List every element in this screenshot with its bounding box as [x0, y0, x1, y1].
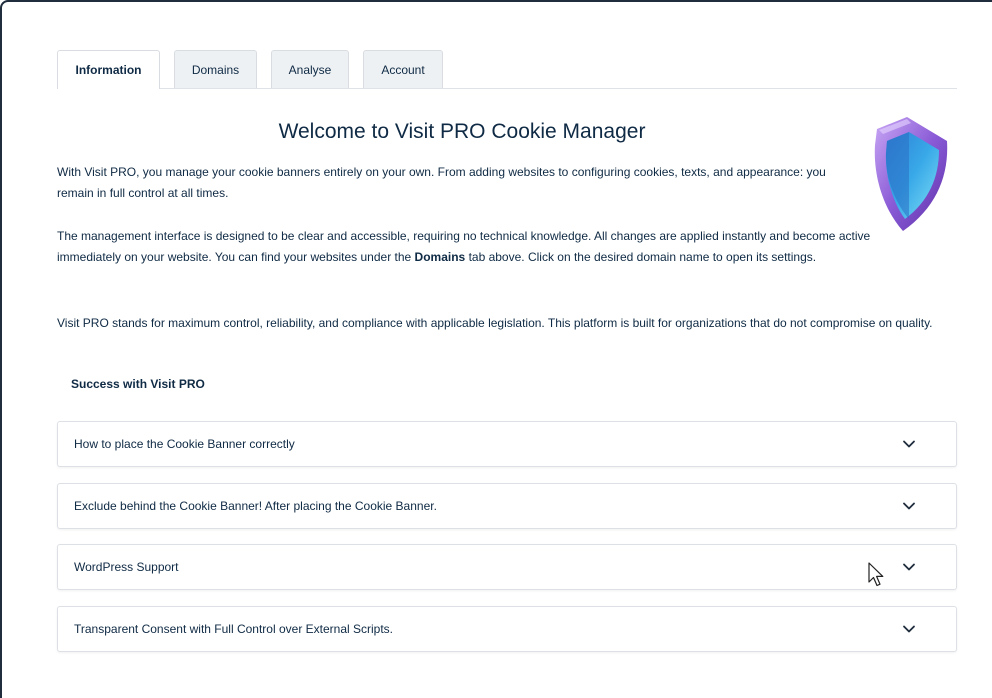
tab-bar: Information Domains Analyse Account [57, 50, 957, 89]
accordion-label: WordPress Support [74, 560, 179, 574]
accordion-transparent-consent[interactable]: Transparent Consent with Full Control ov… [57, 606, 957, 652]
app-window: Information Domains Analyse Account Welc… [0, 0, 992, 698]
compliance-paragraph: Visit PRO stands for maximum control, re… [57, 316, 933, 330]
chevron-down-icon[interactable] [902, 499, 916, 513]
tab-domains[interactable]: Domains [174, 50, 257, 88]
accordion-label: Transparent Consent with Full Control ov… [74, 622, 394, 636]
domains-emphasis: Domains [414, 250, 466, 264]
intro-paragraph: With Visit PRO, you manage your cookie b… [57, 165, 826, 200]
page-title: Welcome to Visit PRO Cookie Manager [278, 120, 646, 143]
interface-paragraph: The management interface is designed to … [57, 226, 917, 268]
chevron-down-icon[interactable] [902, 622, 916, 636]
tab-analyse[interactable]: Analyse [271, 50, 349, 88]
tab-account[interactable]: Account [363, 50, 443, 88]
main-container: Information Domains Analyse Account Welc… [57, 50, 957, 652]
accordion-label: Exclude behind the Cookie Banner! After … [74, 499, 437, 513]
accordion-label: How to place the Cookie Banner correctly [74, 437, 295, 451]
chevron-down-icon[interactable] [902, 560, 916, 574]
paragraph-text: tab above. Click on the desired domain n… [465, 250, 817, 264]
tab-information[interactable]: Information [57, 50, 160, 89]
accordion-wordpress-support[interactable]: WordPress Support [57, 544, 957, 590]
section-heading: Success with Visit PRO [71, 377, 205, 391]
chevron-down-icon[interactable] [902, 437, 916, 451]
shield-icon [874, 117, 948, 231]
accordion-exclude-behind-banner[interactable]: Exclude behind the Cookie Banner! After … [57, 483, 957, 529]
accordion-cookie-banner-placement[interactable]: How to place the Cookie Banner correctly [57, 421, 957, 467]
